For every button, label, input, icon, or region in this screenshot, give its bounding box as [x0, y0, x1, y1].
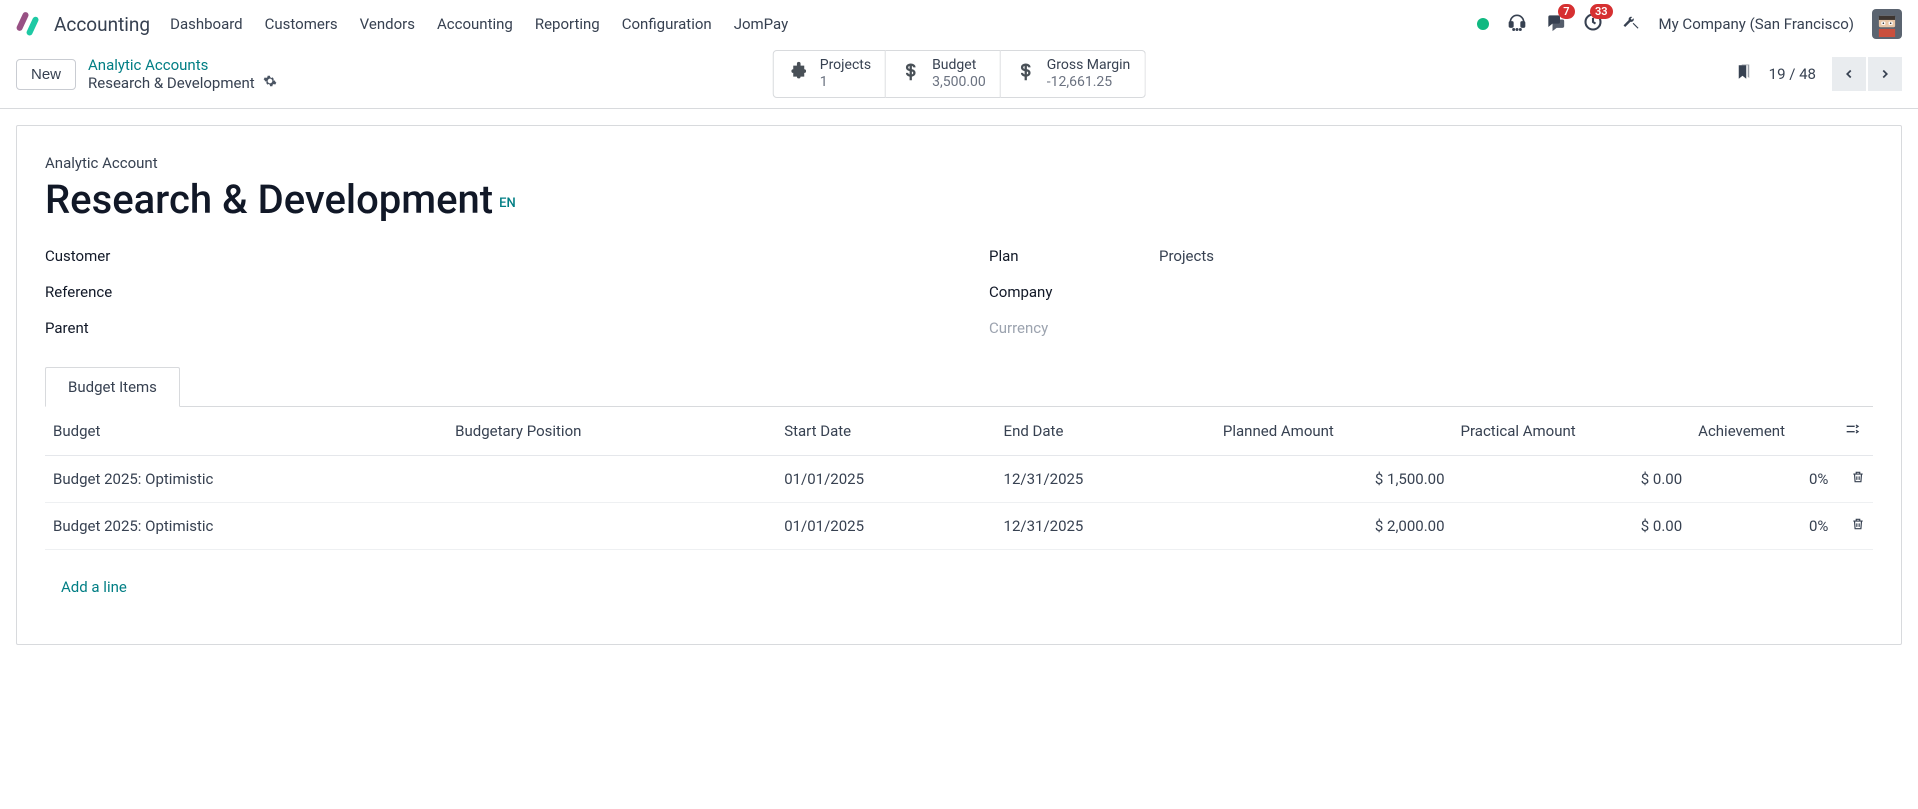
title-field-label: Analytic Account — [45, 154, 1873, 172]
column-settings-icon[interactable] — [1836, 407, 1873, 456]
chat-badge: 7 — [1558, 4, 1574, 19]
pager-next-button[interactable] — [1868, 57, 1902, 91]
breadcrumb-parent[interactable]: Analytic Accounts — [88, 56, 277, 74]
nav-customers[interactable]: Customers — [265, 15, 338, 33]
stat-margin-label: Gross Margin — [1047, 57, 1131, 74]
nav-dashboard[interactable]: Dashboard — [170, 15, 243, 33]
stat-budget-label: Budget — [932, 57, 986, 74]
cell-planned[interactable]: $ 2,000.00 — [1215, 503, 1453, 550]
stat-projects-value: 1 — [820, 74, 871, 91]
plan-label: Plan — [989, 247, 1119, 265]
breadcrumb-current: Research & Development — [88, 74, 255, 92]
stat-projects-label: Projects — [820, 57, 871, 74]
gear-icon[interactable] — [263, 74, 277, 92]
company-switcher[interactable]: My Company (San Francisco) — [1659, 15, 1854, 33]
stat-margin-value: -12,661.25 — [1047, 74, 1131, 91]
pager[interactable]: 19 / 48 — [1769, 65, 1816, 83]
cell-start[interactable]: 01/01/2025 — [776, 503, 995, 550]
stat-buttons: Projects1 Budget3,500.00 Gross Margin-12… — [773, 50, 1146, 98]
tab-budget-items[interactable]: Budget Items — [45, 367, 180, 407]
breadcrumb: Analytic Accounts Research & Development — [88, 56, 277, 92]
nav-reporting[interactable]: Reporting — [535, 15, 600, 33]
col-position[interactable]: Budgetary Position — [447, 407, 776, 456]
cell-position[interactable] — [447, 503, 776, 550]
customer-label: Customer — [45, 247, 175, 265]
new-button[interactable]: New — [16, 59, 76, 90]
add-line-button[interactable]: Add a line — [53, 564, 1865, 610]
chat-icon[interactable]: 7 — [1545, 12, 1565, 36]
form-grid: Customer PlanProjects Reference Company … — [45, 247, 1873, 337]
app-name[interactable]: Accounting — [54, 13, 150, 36]
cell-end[interactable]: 12/31/2025 — [996, 456, 1215, 503]
stat-projects[interactable]: Projects1 — [773, 50, 886, 98]
record-title[interactable]: Research & Development — [45, 176, 493, 223]
cell-budget[interactable]: Budget 2025: Optimistic — [45, 456, 447, 503]
nav-vendors[interactable]: Vendors — [360, 15, 415, 33]
cell-end[interactable]: 12/31/2025 — [996, 503, 1215, 550]
nav-menu: Dashboard Customers Vendors Accounting R… — [170, 15, 788, 33]
col-start[interactable]: Start Date — [776, 407, 995, 456]
cell-achievement: 0% — [1690, 456, 1836, 503]
nav-accounting[interactable]: Accounting — [437, 15, 513, 33]
pager-prev-button[interactable] — [1832, 57, 1866, 91]
content: Analytic Account Research & Development E… — [0, 109, 1918, 661]
col-achievement[interactable]: Achievement — [1690, 407, 1836, 456]
budget-table: Budget Budgetary Position Start Date End… — [45, 407, 1873, 624]
table-row[interactable]: Budget 2025: Optimistic 01/01/2025 12/31… — [45, 503, 1873, 550]
activity-badge: 33 — [1590, 4, 1613, 19]
cell-budget[interactable]: Budget 2025: Optimistic — [45, 503, 447, 550]
app-logo-icon[interactable] — [16, 12, 40, 36]
user-avatar[interactable] — [1872, 9, 1902, 39]
language-badge[interactable]: EN — [499, 196, 516, 211]
bookmark-icon[interactable] — [1735, 63, 1753, 85]
col-practical[interactable]: Practical Amount — [1453, 407, 1691, 456]
stat-budget-value: 3,500.00 — [932, 74, 986, 91]
stat-budget[interactable]: Budget3,500.00 — [886, 50, 1001, 98]
form-sheet: Analytic Account Research & Development E… — [16, 125, 1902, 645]
currency-label: Currency — [989, 319, 1119, 337]
activity-icon[interactable]: 33 — [1583, 12, 1603, 36]
nav-configuration[interactable]: Configuration — [622, 15, 712, 33]
col-budget[interactable]: Budget — [45, 407, 447, 456]
delete-row-icon[interactable] — [1836, 503, 1873, 550]
delete-row-icon[interactable] — [1836, 456, 1873, 503]
cell-practical[interactable]: $ 0.00 — [1453, 456, 1691, 503]
phone-icon[interactable] — [1507, 12, 1527, 36]
company-label: Company — [989, 283, 1119, 301]
col-end[interactable]: End Date — [996, 407, 1215, 456]
top-nav: Accounting Dashboard Customers Vendors A… — [0, 0, 1918, 48]
dollar-icon — [1015, 61, 1037, 87]
nav-jompay[interactable]: JomPay — [734, 15, 789, 33]
control-panel: New Analytic Accounts Research & Develop… — [0, 48, 1918, 109]
stat-margin[interactable]: Gross Margin-12,661.25 — [1001, 50, 1146, 98]
parent-label: Parent — [45, 319, 175, 337]
plan-field[interactable]: Projects — [1159, 247, 1214, 265]
cell-planned[interactable]: $ 1,500.00 — [1215, 456, 1453, 503]
dollar-icon — [900, 61, 922, 87]
reference-label: Reference — [45, 283, 175, 301]
cell-achievement: 0% — [1690, 503, 1836, 550]
cell-position[interactable] — [447, 456, 776, 503]
cell-practical[interactable]: $ 0.00 — [1453, 503, 1691, 550]
tools-icon[interactable] — [1621, 12, 1641, 36]
status-indicator-icon[interactable] — [1477, 18, 1489, 30]
table-row[interactable]: Budget 2025: Optimistic 01/01/2025 12/31… — [45, 456, 1873, 503]
cell-start[interactable]: 01/01/2025 — [776, 456, 995, 503]
col-planned[interactable]: Planned Amount — [1215, 407, 1453, 456]
tabs: Budget Items — [45, 367, 1873, 407]
puzzle-icon — [788, 61, 810, 87]
